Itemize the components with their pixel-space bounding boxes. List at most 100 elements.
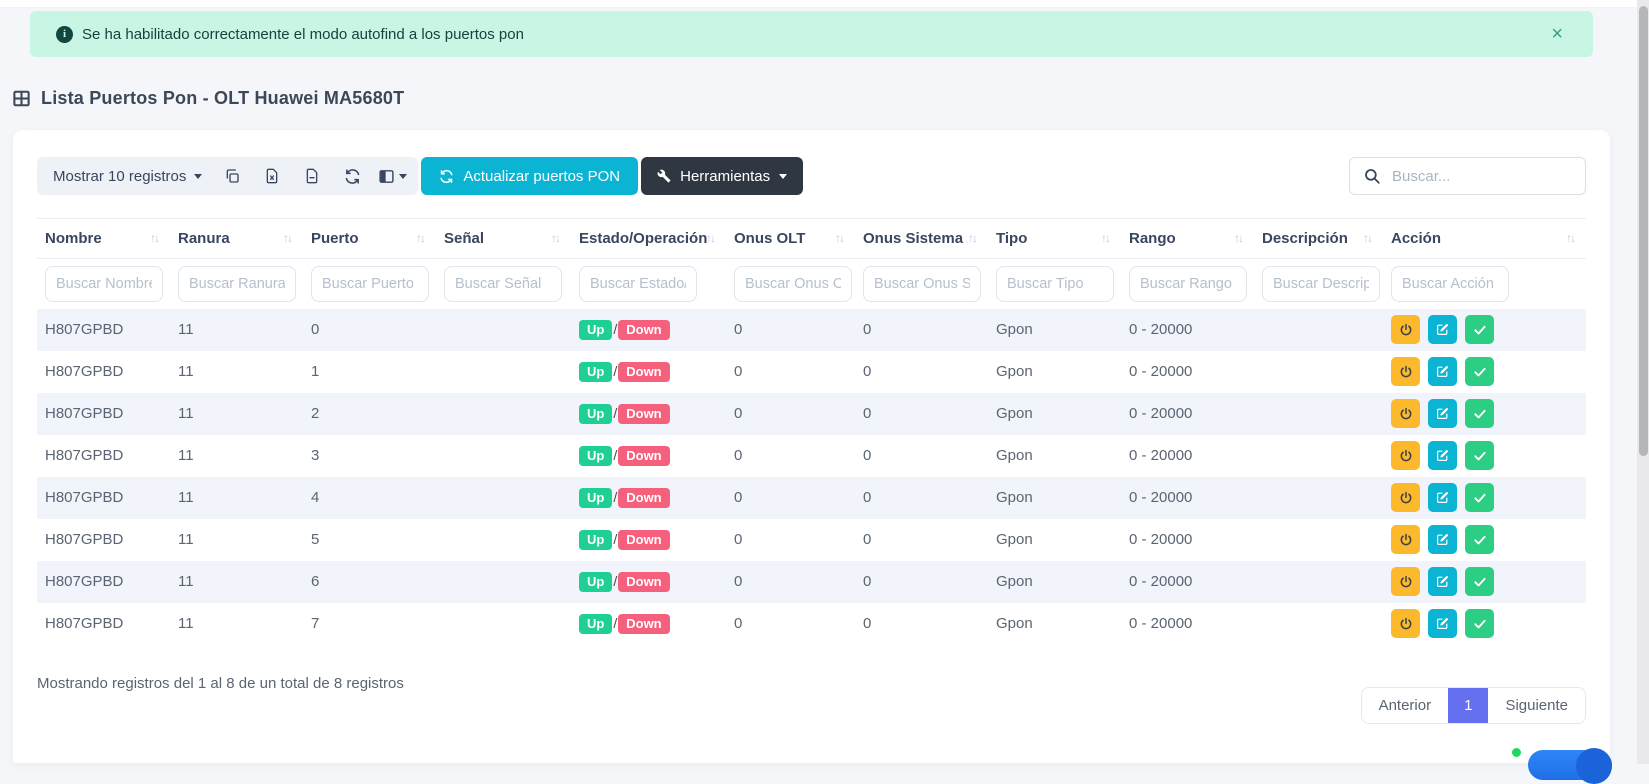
column-filter-input[interactable]	[1129, 266, 1247, 302]
cell-senal	[436, 519, 571, 561]
export-excel-button[interactable]	[252, 157, 292, 195]
power-button[interactable]	[1391, 357, 1420, 386]
current-page-button[interactable]: 1	[1448, 688, 1488, 723]
edit-button[interactable]	[1428, 357, 1457, 386]
previous-page-button[interactable]: Anterior	[1362, 688, 1449, 723]
show-entries-dropdown[interactable]: Mostrar 10 registros	[37, 157, 212, 195]
column-filter-input[interactable]	[996, 266, 1114, 302]
show-entries-label: Mostrar 10 registros	[53, 168, 186, 185]
copy-button[interactable]	[212, 157, 252, 195]
column-filter-input[interactable]	[178, 266, 296, 302]
sort-icon[interactable]: ↑↓	[416, 231, 424, 245]
cell-tipo: Gpon	[988, 435, 1121, 477]
page-title-row: Lista Puertos Pon - OLT Huawei MA5680T	[12, 88, 1649, 109]
confirm-button[interactable]	[1465, 609, 1494, 638]
cell-rango: 0 - 20000	[1121, 561, 1254, 603]
status-up-badge: Up	[579, 488, 612, 508]
sort-icon[interactable]: ↑↓	[551, 231, 559, 245]
column-header[interactable]: Puerto↑↓	[303, 219, 436, 259]
column-header[interactable]: Tipo ↑↓	[988, 219, 1121, 259]
scrollbar[interactable]	[1637, 0, 1649, 764]
column-header[interactable]: Señal↑↓	[436, 219, 571, 259]
table-row: H807GPBD 11 1 Up/Down 0 0 Gpon 0 - 20000	[37, 351, 1586, 393]
sort-icon[interactable]: ↑↓	[706, 231, 714, 245]
confirm-button[interactable]	[1465, 315, 1494, 344]
sort-icon[interactable]: ↑↓	[1234, 231, 1242, 245]
close-icon[interactable]: ×	[1547, 20, 1567, 48]
edit-button[interactable]	[1428, 315, 1457, 344]
sort-icon[interactable]: ↑↓	[150, 231, 158, 245]
column-filter-input[interactable]	[311, 266, 429, 302]
chat-widget[interactable]	[1500, 742, 1630, 764]
cell-descripcion	[1254, 393, 1383, 435]
power-button[interactable]	[1391, 525, 1420, 554]
cell-senal	[436, 603, 571, 645]
alert-message: Se ha habilitado correctamente el modo a…	[82, 26, 524, 43]
cell-onus-olt: 0	[726, 393, 855, 435]
edit-button[interactable]	[1428, 483, 1457, 512]
table-row: H807GPBD 11 5 Up/Down 0 0 Gpon 0 - 20000	[37, 519, 1586, 561]
column-filter-input[interactable]	[579, 266, 697, 302]
sort-icon[interactable]: ↑↓	[1566, 231, 1574, 245]
reload-button[interactable]	[332, 157, 372, 195]
column-filter-input[interactable]	[1391, 266, 1509, 302]
column-header-label: Tipo	[996, 230, 1027, 247]
confirm-button[interactable]	[1465, 357, 1494, 386]
power-icon	[1399, 575, 1413, 589]
power-button[interactable]	[1391, 567, 1420, 596]
edit-button[interactable]	[1428, 609, 1457, 638]
column-header[interactable]: Onus OLT↑↓	[726, 219, 855, 259]
next-page-button[interactable]: Siguiente	[1488, 688, 1585, 723]
cell-tipo: Gpon	[988, 393, 1121, 435]
edit-button[interactable]	[1428, 441, 1457, 470]
column-header[interactable]: Ranura↑↓	[170, 219, 303, 259]
column-visibility-dropdown[interactable]	[372, 157, 412, 195]
search-input[interactable]	[1349, 157, 1586, 195]
confirm-button[interactable]	[1465, 525, 1494, 554]
edit-button[interactable]	[1428, 567, 1457, 596]
table-row: H807GPBD 11 0 Up/Down 0 0 Gpon 0 - 20000	[37, 309, 1586, 351]
sort-icon[interactable]: ↑↓	[968, 231, 976, 245]
edit-button[interactable]	[1428, 525, 1457, 554]
check-icon	[1473, 491, 1487, 505]
cell-onus-sistema: 0	[855, 309, 988, 351]
column-header[interactable]: Nombre↑↓	[37, 219, 170, 259]
confirm-button[interactable]	[1465, 483, 1494, 512]
cell-rango: 0 - 20000	[1121, 603, 1254, 645]
cell-estado: Up/Down	[571, 519, 726, 561]
sort-icon[interactable]: ↑↓	[283, 231, 291, 245]
scrollbar-thumb[interactable]	[1639, 6, 1648, 456]
cell-rango: 0 - 20000	[1121, 309, 1254, 351]
column-filter-input[interactable]	[444, 266, 562, 302]
column-filter-input[interactable]	[863, 266, 981, 302]
sort-icon[interactable]: ↑↓	[1101, 231, 1109, 245]
column-header[interactable]: Acción↑↓	[1383, 219, 1586, 259]
confirm-button[interactable]	[1465, 567, 1494, 596]
sort-icon[interactable]: ↑↓	[835, 231, 843, 245]
column-header[interactable]: Descripción ↑↓	[1254, 219, 1383, 259]
export-file-button[interactable]	[292, 157, 332, 195]
tools-dropdown-button[interactable]: Herramientas	[641, 157, 803, 195]
cell-descripcion	[1254, 561, 1383, 603]
column-filter-input[interactable]	[45, 266, 163, 302]
column-filter-input[interactable]	[734, 266, 852, 302]
update-pon-ports-button[interactable]: Actualizar puertos PON	[421, 157, 638, 195]
cell-accion	[1383, 435, 1586, 477]
column-filter-input[interactable]	[1262, 266, 1380, 302]
confirm-button[interactable]	[1465, 441, 1494, 470]
power-button[interactable]	[1391, 315, 1420, 344]
confirm-button[interactable]	[1465, 399, 1494, 428]
column-header[interactable]: Rango↑↓	[1121, 219, 1254, 259]
column-header-label: Descripción	[1262, 230, 1348, 247]
edit-icon	[1436, 617, 1449, 630]
cell-ranura: 11	[170, 477, 303, 519]
power-button[interactable]	[1391, 441, 1420, 470]
power-button[interactable]	[1391, 483, 1420, 512]
power-button[interactable]	[1391, 399, 1420, 428]
chevron-down-icon	[779, 174, 787, 179]
power-button[interactable]	[1391, 609, 1420, 638]
column-header[interactable]: Estado/Operación↑↓	[571, 219, 726, 259]
column-header[interactable]: Onus Sistema↑↓	[855, 219, 988, 259]
edit-button[interactable]	[1428, 399, 1457, 428]
sort-icon[interactable]: ↑↓	[1363, 231, 1371, 245]
